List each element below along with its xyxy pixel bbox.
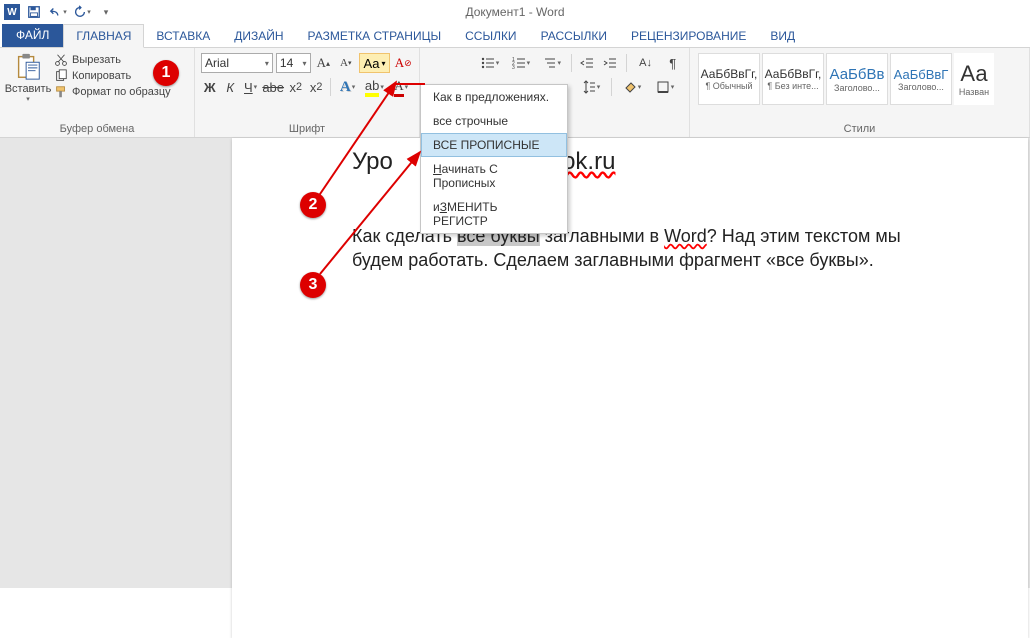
case-toggle[interactable]: иЗМЕНИТЬ РЕГИСТР	[421, 195, 567, 233]
sort-button[interactable]: A↓	[632, 53, 660, 73]
text-effects-button[interactable]: A▾	[336, 77, 360, 97]
word-app-icon: W	[4, 4, 20, 20]
title-bar: W ▾ ▾ ▾ Документ1 - Word	[0, 0, 1030, 24]
style-no-spacing[interactable]: АаБбВвГг,¶ Без инте...	[762, 53, 824, 105]
style-heading2[interactable]: АаБбВвГЗаголово...	[890, 53, 952, 105]
shrink-font-button[interactable]: A▾	[336, 53, 356, 73]
group-font: Arial▾ 14▾ A▴ A▾ Aa▾ A⊘ Ж К Ч▾ abe x2 x2…	[195, 48, 420, 137]
tab-mailings[interactable]: РАССЫЛКИ	[529, 25, 619, 47]
case-lower[interactable]: все строчные	[421, 109, 567, 133]
bold-button[interactable]: Ж	[201, 77, 218, 97]
case-sentence[interactable]: Как в предложениях.	[421, 85, 567, 109]
ribbon-tabs: ФАЙЛ ГЛАВНАЯ ВСТАВКА ДИЗАЙН РАЗМЕТКА СТР…	[0, 24, 1030, 48]
tab-view[interactable]: ВИД	[758, 25, 807, 47]
strikethrough-button[interactable]: abe	[262, 77, 284, 97]
grow-font-button[interactable]: A▴	[314, 53, 334, 73]
styles-gallery[interactable]: АаБбВвГг,¶ Обычный АаБбВвГг,¶ Без инте..…	[696, 51, 996, 121]
group-styles: АаБбВвГг,¶ Обычный АаБбВвГг,¶ Без инте..…	[690, 48, 1030, 137]
qat-customize-icon[interactable]: ▾	[96, 2, 116, 22]
change-case-button[interactable]: Aa▾	[359, 53, 391, 73]
tab-review[interactable]: РЕЦЕНЗИРОВАНИЕ	[619, 25, 758, 47]
numbering-button[interactable]: 123▾	[507, 53, 535, 73]
multilevel-list-button[interactable]: ▾	[538, 53, 566, 73]
undo-icon[interactable]: ▾	[48, 2, 68, 22]
highlight-button[interactable]: ab▾	[362, 77, 386, 97]
save-icon[interactable]	[24, 2, 44, 22]
style-title[interactable]: АаНазван	[954, 53, 994, 105]
increase-indent-button[interactable]	[600, 53, 620, 73]
case-upper[interactable]: ВСЕ ПРОПИСНЫЕ	[421, 133, 567, 157]
borders-button[interactable]: ▾	[650, 77, 680, 97]
line-spacing-button[interactable]: ▾	[576, 77, 606, 97]
group-label-font: Шрифт	[201, 121, 413, 135]
svg-text:3: 3	[512, 65, 515, 70]
paste-button[interactable]: Вставить ▾	[6, 51, 50, 121]
redo-icon[interactable]: ▾	[72, 2, 92, 22]
callout-3: 3	[300, 272, 326, 298]
decrease-indent-button[interactable]	[577, 53, 597, 73]
callout-1: 1	[153, 60, 179, 86]
tab-design[interactable]: ДИЗАЙН	[222, 25, 295, 47]
group-label-clipboard: Буфер обмена	[6, 121, 188, 135]
font-size-combo[interactable]: 14▾	[276, 53, 311, 73]
style-heading1[interactable]: АаБбВвЗаголово...	[826, 53, 888, 105]
tab-references[interactable]: ССЫЛКИ	[453, 25, 528, 47]
show-marks-button[interactable]: ¶	[663, 53, 683, 73]
underline-button[interactable]: Ч▾	[242, 77, 259, 97]
subscript-button[interactable]: x2	[287, 77, 304, 97]
tab-home[interactable]: ГЛАВНАЯ	[63, 24, 144, 48]
tab-insert[interactable]: ВСТАВКА	[144, 25, 222, 47]
shading-button[interactable]: ▾	[617, 77, 647, 97]
italic-button[interactable]: К	[221, 77, 238, 97]
clear-formatting-button[interactable]: A⊘	[393, 53, 413, 73]
font-name-combo[interactable]: Arial▾	[201, 53, 273, 73]
style-normal[interactable]: АаБбВвГг,¶ Обычный	[698, 53, 760, 105]
bullets-button[interactable]: ▾	[476, 53, 504, 73]
format-painter-button[interactable]: Формат по образцу	[54, 85, 171, 99]
document-title: Документ1 - Word	[465, 5, 564, 19]
annotation-underline	[395, 83, 425, 85]
paste-label: Вставить	[5, 83, 52, 95]
change-case-menu: Как в предложениях. все строчные ВСЕ ПРО…	[420, 84, 568, 234]
case-capitalize[interactable]: Начинать С Прописных	[421, 157, 567, 195]
tab-file[interactable]: ФАЙЛ	[2, 23, 63, 47]
font-color-button[interactable]: A▾	[389, 77, 413, 97]
group-label-styles: Стили	[696, 121, 1023, 135]
document-page[interactable]: Урок: ktapok.ru Как сделать все буквы за…	[232, 138, 1028, 638]
tab-layout[interactable]: РАЗМЕТКА СТРАНИЦЫ	[296, 25, 454, 47]
superscript-button[interactable]: x2	[307, 77, 324, 97]
callout-2: 2	[300, 192, 326, 218]
cut-button[interactable]: Вырезать	[54, 53, 171, 67]
